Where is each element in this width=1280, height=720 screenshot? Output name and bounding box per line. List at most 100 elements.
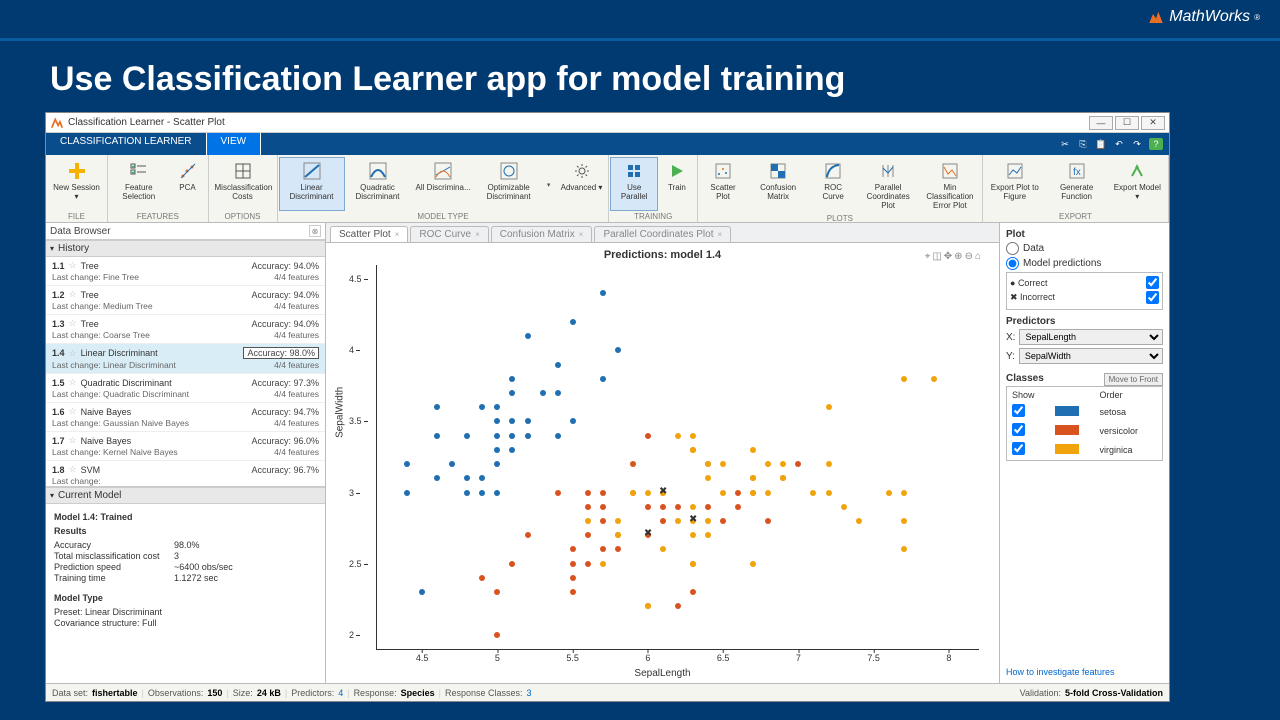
copy-icon[interactable]: ⎘ (1077, 138, 1089, 150)
paste-icon[interactable]: 📋 (1095, 138, 1107, 150)
quadratic-discriminant-button[interactable]: Quadratic Discriminant (345, 157, 411, 211)
data-point[interactable] (585, 518, 591, 524)
redo-icon[interactable]: ↷ (1131, 138, 1143, 150)
data-point[interactable] (434, 475, 440, 481)
confusion-matrix-button[interactable]: Confusion Matrix (747, 157, 809, 213)
data-point[interactable] (675, 504, 681, 510)
data-point[interactable] (570, 546, 576, 552)
history-item[interactable]: 1.6☆Naive BayesAccuracy: 94.7%Last chang… (46, 403, 325, 432)
data-point[interactable] (570, 575, 576, 581)
data-point[interactable] (555, 490, 561, 496)
minimize-button[interactable]: — (1089, 116, 1113, 130)
data-point[interactable] (570, 561, 576, 567)
data-point[interactable] (479, 575, 485, 581)
predictors-link[interactable]: 4 (338, 688, 343, 698)
new-session-button[interactable]: New Session ▾ (47, 157, 106, 211)
data-point[interactable] (509, 390, 515, 396)
history-item[interactable]: 1.5☆Quadratic DiscriminantAccuracy: 97.3… (46, 374, 325, 403)
data-point[interactable] (841, 504, 847, 510)
data-point[interactable] (479, 404, 485, 410)
data-point[interactable] (750, 447, 756, 453)
history-item[interactable]: 1.1☆TreeAccuracy: 94.0%Last change: Fine… (46, 257, 325, 286)
data-point[interactable] (735, 490, 741, 496)
data-point[interactable] (645, 490, 651, 496)
data-point[interactable] (660, 518, 666, 524)
model-gallery-dropdown[interactable]: ▾ (542, 157, 556, 211)
data-point[interactable] (585, 561, 591, 567)
show-virginica[interactable] (1012, 442, 1025, 455)
history-item[interactable]: 1.4☆Linear DiscriminantAccuracy: 98.0%La… (46, 344, 325, 374)
data-point[interactable] (570, 418, 576, 424)
data-point[interactable] (615, 546, 621, 552)
data-point[interactable] (509, 376, 515, 382)
incorrect-point[interactable]: ✖ (644, 531, 652, 539)
data-point[interactable] (615, 518, 621, 524)
history-item[interactable]: 1.2☆TreeAccuracy: 94.0%Last change: Medi… (46, 286, 325, 315)
data-point[interactable] (615, 347, 621, 353)
data-point[interactable] (931, 376, 937, 382)
data-point[interactable] (509, 447, 515, 453)
incorrect-point[interactable]: ✖ (689, 517, 697, 525)
data-point[interactable] (705, 532, 711, 538)
generate-function-button[interactable]: fxGenerate Function (1046, 157, 1108, 211)
data-point[interactable] (690, 447, 696, 453)
data-point[interactable] (660, 504, 666, 510)
all-discriminants-button[interactable]: All Discrimina... (411, 157, 476, 211)
doc-tab[interactable]: Confusion Matrix× (491, 226, 593, 242)
data-point[interactable] (600, 546, 606, 552)
data-point[interactable] (645, 504, 651, 510)
data-point[interactable] (826, 404, 832, 410)
data-point[interactable] (494, 404, 500, 410)
show-setosa[interactable] (1012, 404, 1025, 417)
data-point[interactable] (585, 490, 591, 496)
data-point[interactable] (750, 561, 756, 567)
data-point[interactable] (645, 433, 651, 439)
data-point[interactable] (720, 490, 726, 496)
linear-discriminant-button[interactable]: Linear Discriminant (279, 157, 345, 211)
data-point[interactable] (494, 433, 500, 439)
data-point[interactable] (479, 490, 485, 496)
data-point[interactable] (645, 603, 651, 609)
data-point[interactable] (660, 546, 666, 552)
response-classes-link[interactable]: 3 (527, 688, 532, 698)
data-point[interactable] (826, 461, 832, 467)
show-versicolor[interactable] (1012, 423, 1025, 436)
incorrect-point[interactable]: ✖ (659, 489, 667, 497)
data-point[interactable] (675, 518, 681, 524)
scatter-plot-button[interactable]: Scatter Plot (699, 157, 747, 213)
data-point[interactable] (434, 404, 440, 410)
data-point[interactable] (570, 319, 576, 325)
data-point[interactable] (570, 589, 576, 595)
misclassification-costs-button[interactable]: Misclassification Costs (210, 157, 276, 211)
data-point[interactable] (795, 461, 801, 467)
data-point[interactable] (404, 461, 410, 467)
data-point[interactable] (464, 475, 470, 481)
data-point[interactable] (525, 433, 531, 439)
data-point[interactable] (690, 433, 696, 439)
data-point[interactable] (901, 518, 907, 524)
data-point[interactable] (494, 461, 500, 467)
export-model-button[interactable]: Export Model ▾ (1108, 157, 1167, 211)
data-point[interactable] (540, 390, 546, 396)
data-point[interactable] (856, 518, 862, 524)
use-parallel-button[interactable]: Use Parallel (610, 157, 657, 211)
data-point[interactable] (690, 589, 696, 595)
optimizable-discriminant-button[interactable]: Optimizable Discriminant (476, 157, 542, 211)
data-point[interactable] (464, 490, 470, 496)
data-point[interactable] (705, 461, 711, 467)
show-incorrect-checkbox[interactable] (1146, 291, 1159, 304)
y-predictor-select[interactable]: SepalWidth (1019, 348, 1163, 364)
data-point[interactable] (525, 418, 531, 424)
data-point[interactable] (600, 290, 606, 296)
data-point[interactable] (434, 433, 440, 439)
data-point[interactable] (494, 418, 500, 424)
data-point[interactable] (750, 475, 756, 481)
data-point[interactable] (525, 333, 531, 339)
data-point[interactable] (479, 475, 485, 481)
history-item[interactable]: 1.3☆TreeAccuracy: 94.0%Last change: Coar… (46, 315, 325, 344)
undo-icon[interactable]: ↶ (1113, 138, 1125, 150)
data-point[interactable] (555, 390, 561, 396)
data-point[interactable] (810, 490, 816, 496)
tab-view[interactable]: VIEW (207, 133, 262, 155)
data-point[interactable] (735, 504, 741, 510)
